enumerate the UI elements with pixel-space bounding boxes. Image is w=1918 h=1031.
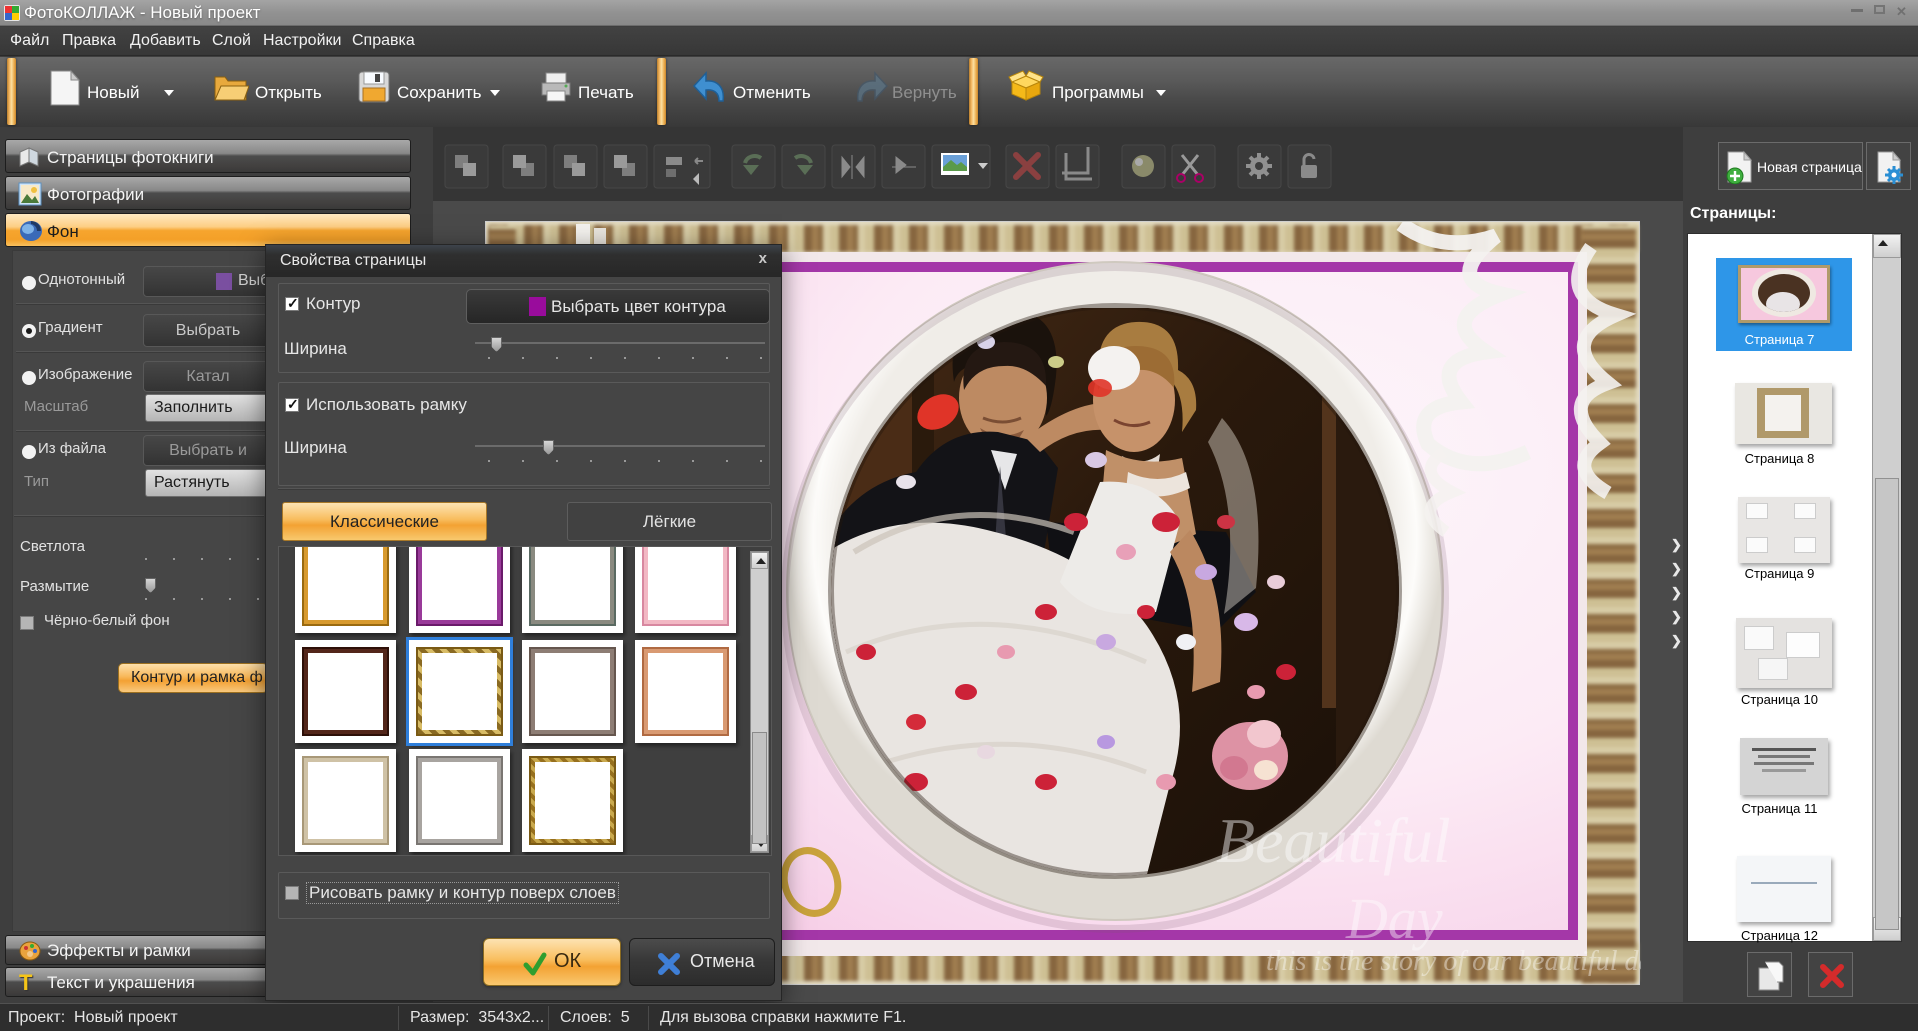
svg-text:this is the story of our beaut: this is the story of our beautiful day — [1266, 946, 1641, 977]
svg-text:Day: Day — [1345, 886, 1443, 951]
svg-text:Beautiful: Beautiful — [1216, 805, 1451, 876]
